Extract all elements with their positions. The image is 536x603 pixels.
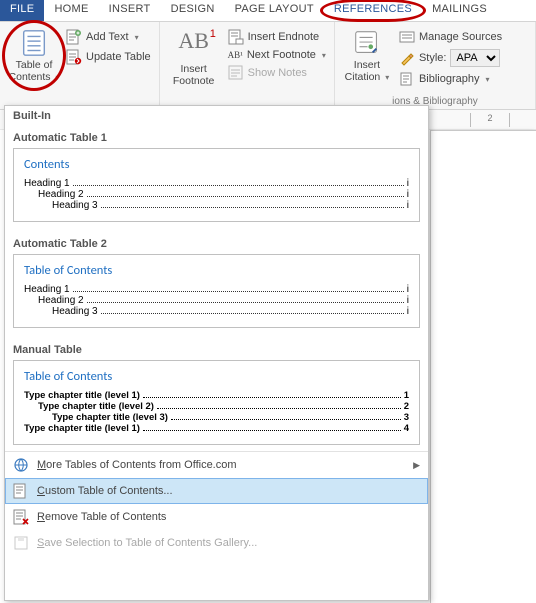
group-footnotes: AB1 InsertFootnote Insert Endnote AB¹ Ne… bbox=[160, 22, 335, 109]
preview-title: Contents bbox=[24, 157, 409, 172]
table-of-contents-button[interactable]: Table ofContents ▾ bbox=[6, 26, 62, 85]
document-page[interactable] bbox=[430, 130, 536, 603]
globe-icon bbox=[13, 457, 29, 473]
menu-save-to-gallery: Save Selection to Table of Contents Gall… bbox=[5, 530, 428, 556]
manage-sources-icon bbox=[399, 29, 415, 45]
save-gallery-icon bbox=[13, 535, 29, 551]
menu-label: Remove Table of Contents bbox=[37, 511, 166, 523]
option-auto-table-1[interactable]: Contents Heading 1i Heading 2i Heading 3… bbox=[13, 148, 420, 222]
dropdown-footer: More Tables of Contents from Office.com … bbox=[5, 451, 428, 556]
option-auto-table-2[interactable]: Table of Contents Heading 1i Heading 2i … bbox=[13, 254, 420, 328]
preview-title: Table of Contents bbox=[24, 369, 409, 384]
custom-toc-icon bbox=[13, 483, 29, 499]
menu-label: More Tables of Contents from Office.com bbox=[37, 459, 237, 471]
group-table-of-contents: Table ofContents ▾ Add Text▾ Update Tabl… bbox=[0, 22, 160, 109]
next-footnote-icon: AB¹ bbox=[228, 50, 243, 60]
bibliography-icon bbox=[399, 71, 415, 87]
tab-page-layout[interactable]: PAGE LAYOUT bbox=[225, 0, 324, 21]
toc-dropdown: Built-In Automatic Table 1 Contents Head… bbox=[4, 105, 429, 601]
tab-design[interactable]: DESIGN bbox=[161, 0, 225, 21]
tab-home[interactable]: HOME bbox=[44, 0, 98, 21]
style-icon bbox=[399, 50, 415, 66]
bibliography-button[interactable]: Bibliography▾ bbox=[397, 70, 504, 88]
tab-file[interactable]: FILE bbox=[0, 0, 44, 21]
update-table-button[interactable]: Update Table bbox=[64, 48, 153, 66]
preview-title: Table of Contents bbox=[24, 263, 409, 278]
toc-icon bbox=[19, 28, 49, 58]
citation-style-select[interactable]: APA bbox=[450, 49, 500, 67]
update-table-icon bbox=[66, 49, 82, 65]
manage-sources-button[interactable]: Manage Sources bbox=[397, 28, 504, 46]
menu-remove-toc[interactable]: Remove Table of Contents bbox=[5, 504, 428, 530]
group-citations: InsertCitation ▾ Manage Sources Style: A… bbox=[335, 22, 536, 109]
insert-endnote-button[interactable]: Insert Endnote bbox=[226, 28, 328, 46]
submenu-arrow-icon: ▶ bbox=[413, 460, 420, 471]
add-text-button[interactable]: Add Text▾ bbox=[64, 28, 153, 46]
citation-icon bbox=[352, 28, 382, 58]
option-auto-table-2-header: Automatic Table 2 bbox=[7, 232, 426, 254]
menu-custom-toc[interactable]: Custom Table of Contents... bbox=[5, 478, 428, 504]
insert-citation-button[interactable]: InsertCitation ▾ bbox=[341, 26, 393, 88]
option-manual-table[interactable]: Table of Contents Type chapter title (le… bbox=[13, 360, 420, 445]
remove-toc-icon bbox=[13, 509, 29, 525]
section-built-in: Built-In bbox=[7, 108, 426, 126]
footnote-ab1-icon: AB1 bbox=[178, 28, 209, 54]
citation-style-selector[interactable]: Style: APA bbox=[397, 48, 504, 68]
show-notes-button: Show Notes bbox=[226, 64, 328, 82]
show-notes-icon bbox=[228, 65, 244, 81]
tab-insert[interactable]: INSERT bbox=[99, 0, 161, 21]
ribbon-tab-bar: FILE HOME INSERT DESIGN PAGE LAYOUT REFE… bbox=[0, 0, 536, 22]
menu-label: Save Selection to Table of Contents Gall… bbox=[37, 537, 257, 549]
tab-mailings[interactable]: MAILINGS bbox=[422, 0, 497, 21]
menu-more-from-office-com[interactable]: More Tables of Contents from Office.com … bbox=[5, 452, 428, 478]
menu-label: Custom Table of Contents... bbox=[37, 485, 173, 497]
option-auto-table-1-header: Automatic Table 1 bbox=[7, 126, 426, 148]
next-footnote-button[interactable]: AB¹ Next Footnote▾ bbox=[226, 48, 328, 62]
tab-references[interactable]: REFERENCES bbox=[324, 0, 422, 21]
ribbon: Table ofContents ▾ Add Text▾ Update Tabl… bbox=[0, 22, 536, 110]
option-manual-table-header: Manual Table bbox=[7, 338, 426, 360]
add-text-icon bbox=[66, 29, 82, 45]
insert-footnote-button[interactable]: AB1 InsertFootnote bbox=[166, 26, 222, 89]
endnote-icon bbox=[228, 29, 244, 45]
